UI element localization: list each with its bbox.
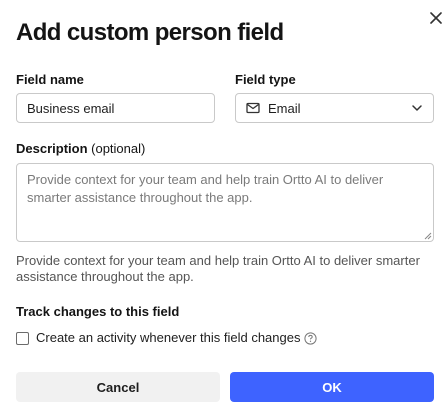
description-label: Description (optional) xyxy=(16,141,145,157)
help-circle-icon[interactable] xyxy=(304,331,318,345)
resize-grip-icon[interactable] xyxy=(424,232,432,240)
track-changes-label: Track changes to this field xyxy=(16,304,180,319)
track-changes-option[interactable]: Create an activity whenever this field c… xyxy=(16,330,318,346)
description-help-text: Provide context for your team and help t… xyxy=(16,253,420,284)
ok-button[interactable]: OK xyxy=(230,372,434,402)
mail-icon xyxy=(246,101,260,115)
track-changes-checkbox[interactable] xyxy=(16,331,29,345)
field-type-value: Email xyxy=(268,100,301,116)
field-name-input[interactable] xyxy=(16,93,215,123)
description-textarea[interactable] xyxy=(16,163,434,242)
description-optional: (optional) xyxy=(91,141,146,156)
field-type-select[interactable]: Email xyxy=(235,93,434,123)
close-icon xyxy=(430,12,442,24)
field-name-label: Field name xyxy=(16,72,84,87)
cancel-button[interactable]: Cancel xyxy=(16,372,220,402)
chevron-down-icon xyxy=(411,102,423,114)
add-custom-field-dialog: Add custom person field Field name Field… xyxy=(0,0,448,416)
track-changes-checkbox-label: Create an activity whenever this field c… xyxy=(36,330,301,345)
close-button[interactable] xyxy=(426,8,446,28)
description-label-text: Description xyxy=(16,141,88,156)
dialog-title: Add custom person field xyxy=(16,19,284,46)
field-type-label: Field type xyxy=(235,72,296,87)
